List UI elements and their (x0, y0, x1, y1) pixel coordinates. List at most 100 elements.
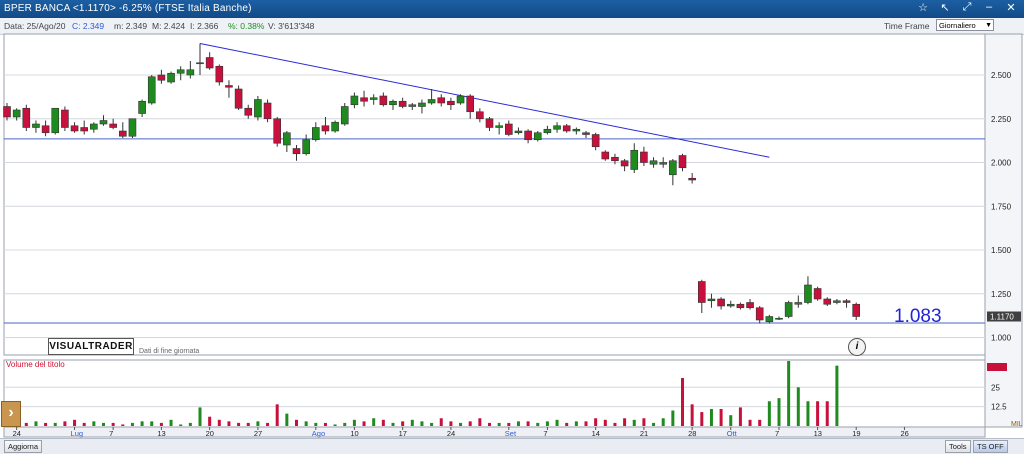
x-tick-label: 21 (640, 429, 648, 438)
volume-bar (102, 422, 105, 426)
candle-body (350, 95, 359, 106)
candle-body (99, 120, 108, 125)
x-tick-label: 27 (254, 429, 262, 438)
candle-body (3, 106, 11, 118)
volume-tick-label: 12.5 (991, 403, 1007, 412)
candle-body (688, 177, 696, 181)
candle-body (697, 281, 706, 303)
candle-body (582, 132, 590, 135)
x-tick-label: 10 (350, 429, 358, 438)
volume-bar (362, 421, 366, 426)
volume-bar (82, 422, 86, 426)
candle-body (659, 162, 668, 165)
volume-bar (690, 404, 694, 426)
refresh-button[interactable]: Aggiorna (4, 440, 43, 453)
expand-panel-icon[interactable]: › (1, 401, 21, 427)
candle-body (755, 307, 764, 321)
candle-body (707, 298, 716, 302)
candle-body (128, 118, 137, 137)
candle-body (234, 88, 243, 109)
candle-body (215, 65, 224, 83)
volume-bar (816, 401, 820, 426)
candle-body (437, 97, 446, 104)
bottom-bar (0, 438, 1024, 454)
candle-body (784, 302, 793, 317)
candle-body (823, 298, 832, 305)
candle-body (611, 156, 619, 162)
candle-body (32, 123, 40, 128)
candle-body (543, 128, 552, 134)
candle-body (765, 316, 774, 323)
candle-body (553, 125, 561, 130)
volume-bar (642, 418, 646, 426)
candle-body (746, 302, 754, 309)
volume-bar (227, 421, 231, 426)
candle-body (398, 100, 407, 107)
volume-bar (372, 418, 376, 426)
candle-body (147, 76, 156, 104)
volume-bar (391, 422, 395, 426)
volume-bar (709, 408, 713, 426)
x-tick-label: 24 (13, 429, 21, 438)
candle-body (620, 160, 629, 167)
candle-body (283, 132, 291, 146)
candle-body (591, 134, 600, 148)
volume-bar (352, 419, 356, 426)
x-tick-label: 7 (109, 429, 113, 438)
candle-body (804, 284, 812, 303)
volume-bar (285, 413, 289, 426)
volume-bar (468, 421, 472, 426)
volume-bar (63, 421, 67, 426)
volume-bar (401, 421, 405, 426)
date-axis-panel (3, 426, 986, 438)
candle-body (456, 95, 465, 104)
volume-bar (526, 421, 530, 426)
candle-body (379, 95, 388, 106)
info-icon[interactable]: i (848, 338, 866, 356)
candle-body (244, 107, 253, 116)
candle-body (22, 107, 31, 128)
volume-bar (179, 424, 183, 426)
candle-body (833, 300, 841, 303)
volume-bar (623, 418, 627, 426)
candle-body (427, 99, 436, 104)
candle-body (138, 100, 146, 114)
volume-bar (584, 421, 588, 426)
candle-body (302, 139, 310, 155)
candle-body (41, 125, 50, 134)
price-tick-label: 1.250 (991, 290, 1012, 299)
candle-body (408, 104, 417, 107)
volume-bar (738, 407, 742, 426)
volume-bar (777, 398, 781, 426)
price-volume-chart[interactable]: 1.000 1.250 1.500 1.750 2.000 2.250 2.500 1.117… (0, 0, 1024, 453)
candle-body (90, 123, 98, 130)
volume-bar (150, 421, 154, 426)
x-tick-label: 7 (543, 429, 547, 438)
candle-body (273, 118, 282, 144)
x-tick-label: Ago (312, 429, 325, 438)
candle-body (263, 102, 272, 120)
volume-bar (449, 421, 453, 426)
x-tick-label: Lug (71, 429, 84, 438)
candle-body (205, 57, 214, 69)
candle-body (340, 106, 349, 125)
volume-bar (516, 421, 520, 426)
tools-button[interactable]: Tools (945, 440, 971, 453)
candle-body (504, 123, 513, 135)
volume-bar (217, 419, 221, 426)
x-tick-label: Ott (727, 429, 738, 438)
candle-body (852, 303, 861, 317)
candle-body (167, 72, 175, 83)
volume-bar (246, 422, 250, 426)
candle-body (12, 109, 21, 118)
volume-bar (44, 422, 48, 426)
candle-body (61, 109, 69, 128)
volume-bar (748, 419, 752, 426)
volume-bar (169, 419, 173, 426)
price-tick-label: 2.500 (991, 71, 1012, 80)
candle-body (649, 160, 658, 165)
ts-button[interactable]: TS OFF (973, 440, 1008, 453)
volume-bar (574, 421, 578, 426)
volume-bar (545, 421, 549, 426)
candle-body (669, 160, 677, 176)
